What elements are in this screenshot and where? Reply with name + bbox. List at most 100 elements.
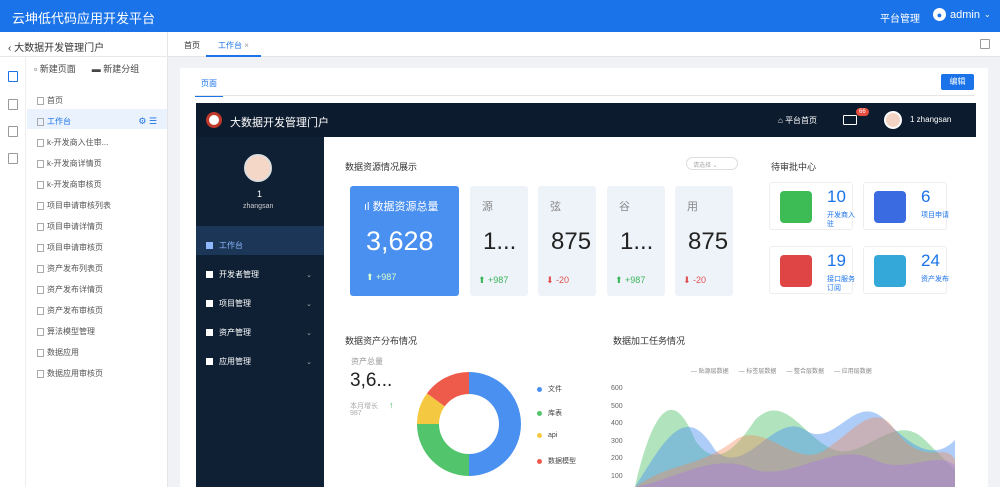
fullscreen-icon[interactable] (980, 39, 990, 49)
tree-item[interactable]: 项目申请审核页 (27, 235, 167, 255)
monitor-icon (206, 242, 213, 249)
approval-label: 资产发布 (921, 276, 949, 283)
tree-item-label: k-开发商入住审... (47, 138, 109, 147)
stat-card: 弦 875 ⬇ -20 (538, 186, 596, 296)
sidebar-item-project[interactable]: 项目管理 ⌄ (196, 284, 324, 313)
legend-item: — 应用层数据 (834, 369, 872, 375)
approval-item-asset[interactable]: 24 资产发布 (863, 246, 949, 294)
home-link[interactable]: ⌂ 平台首页 (778, 115, 817, 126)
page-icon (37, 264, 44, 273)
sidebar-item-asset[interactable]: 资产管理 ⌄ (196, 313, 324, 342)
stat-icon: 谷 (619, 201, 630, 213)
approval-item-project[interactable]: 6 项目申请 (863, 182, 949, 230)
icon-rail (0, 57, 26, 487)
clipboard-icon (206, 329, 213, 336)
tree-item[interactable]: k-开发商审核页 (27, 172, 167, 192)
tree-item[interactable]: k-开发商入住审... (27, 130, 167, 150)
edit-button[interactable]: 编辑 (941, 74, 974, 90)
approval-count: 24 (921, 251, 940, 270)
stat-icon: 用 (687, 201, 698, 213)
person-icon (206, 271, 213, 278)
approval-item-api[interactable]: 19 接口服务订阅 (769, 246, 855, 294)
user-menu[interactable]: ● admin ⌄ (933, 8, 991, 21)
stat-card: 谷 1... ⬆ +987 (607, 186, 665, 296)
sidebar-avatar (244, 154, 272, 182)
legend-item: — 标签层数据 (738, 369, 777, 375)
y-tick: 300 (611, 437, 623, 445)
sidebar-item-app[interactable]: 应用管理 ⌄ (196, 342, 324, 371)
legend-item: 库表 (537, 408, 562, 418)
portal-name: 大数据开发管理门户 (14, 43, 105, 54)
tree-item-label: k-开发商审核页 (47, 180, 102, 189)
filter-select[interactable]: 请选择 ⌄ (686, 157, 738, 170)
panel-title: 待审批中心 (771, 162, 817, 172)
close-icon[interactable]: × (244, 41, 249, 50)
y-tick: 600 (611, 385, 623, 392)
portal-logo (206, 112, 222, 128)
up-arrow-icon: ↑ (389, 400, 394, 410)
stat-value: 875 (688, 228, 729, 255)
page-icon (37, 285, 44, 294)
back-header[interactable]: ‹ 大数据开发管理门户 (0, 32, 168, 57)
legend-item: 文件 (537, 384, 562, 394)
stat-delta: ⬇ -20 (546, 275, 570, 285)
portal-header: 大数据开发管理门户 ⌂ 平台首页 66 1 zhangsan (196, 103, 976, 137)
tree-actions: ▫ 新建页面 ▬ 新建分组 (34, 62, 139, 75)
avatar[interactable] (884, 111, 902, 129)
tree-item-label: 资产发布审核页 (47, 306, 103, 315)
stat-delta: ⬇ -20 (683, 275, 707, 285)
page-icon (37, 201, 44, 210)
tree-item[interactable]: 算法模型管理 (27, 319, 167, 339)
tree-item-label: 项目申请详情页 (47, 222, 103, 231)
tree-item[interactable]: 数据应用 (27, 340, 167, 360)
stat-delta: ⬆ +987 (478, 275, 509, 285)
stat-delta: ⬆ +987 (615, 275, 646, 285)
tree-item[interactable]: 项目申请审核列表 (27, 193, 167, 213)
legend-item: api (537, 432, 557, 439)
mail-badge: 66 (856, 108, 869, 116)
page-icon (37, 96, 44, 105)
tree-item[interactable]: 资产发布审核页 (27, 298, 167, 318)
tree-item-label: 资产发布列表页 (47, 264, 103, 273)
stat-card: 用 875 ⬇ -20 (675, 186, 733, 296)
tree-item[interactable]: 首页 (27, 88, 167, 108)
approval-label: 项目申请 (921, 212, 949, 219)
new-group-button[interactable]: ▬ 新建分组 (92, 62, 140, 75)
tabs-bar: 首页 工作台 × (168, 32, 1000, 57)
sidebar-item-developer[interactable]: 开发者管理 ⌄ (196, 255, 324, 284)
page-icon[interactable] (8, 71, 18, 82)
platform-manage-link[interactable]: 平台管理 (880, 10, 920, 25)
tree-item[interactable]: 工作台 ⚙ ☰ (27, 109, 167, 129)
divider (195, 95, 975, 96)
tree-item[interactable]: 数据应用审核页 (27, 361, 167, 381)
page-icon (37, 180, 44, 189)
portal-username[interactable]: 1 zhangsan (910, 115, 951, 124)
total-delta: ⬆ +987 (366, 272, 397, 282)
panel-title: 数据加工任务情况 (613, 336, 686, 346)
tree-item[interactable]: 项目申请详情页 (27, 214, 167, 234)
area-legend: — 贴源层数据 — 标签层数据 — 整合层数据 — 应用层数据 (691, 366, 872, 375)
database-icon[interactable] (8, 99, 18, 110)
tab-workbench[interactable]: 工作台 × (206, 32, 261, 57)
tree-item-label: 首页 (47, 96, 63, 105)
approval-item-developer[interactable]: 10 开发商入驻 (769, 182, 855, 230)
panel-title: 数据资源情况展示 (345, 162, 418, 172)
shield-icon (780, 255, 812, 287)
y-tick: 400 (611, 420, 623, 427)
portal-title: 大数据开发管理门户 (230, 117, 329, 129)
mail-icon[interactable] (843, 115, 857, 125)
tree-item-label: 工作台 (47, 117, 71, 126)
storage-icon[interactable] (8, 126, 18, 137)
stat-value: 1... (620, 228, 654, 255)
sidebar-item-workbench[interactable]: 工作台 (196, 226, 324, 255)
tree-item[interactable]: 资产发布详情页 (27, 277, 167, 297)
document-icon[interactable] (8, 153, 18, 164)
tree-item[interactable]: k-开发商详情页 (27, 151, 167, 171)
tree-item[interactable]: 资产发布列表页 (27, 256, 167, 276)
month-value: 987 (350, 410, 362, 417)
settings-menu-icon[interactable]: ⚙ ☰ (138, 116, 157, 127)
legend-item: — 贴源层数据 (691, 369, 729, 375)
page-icon (37, 138, 44, 147)
total-label: 资产总量 (351, 357, 383, 366)
new-page-button[interactable]: ▫ 新建页面 (34, 62, 76, 75)
